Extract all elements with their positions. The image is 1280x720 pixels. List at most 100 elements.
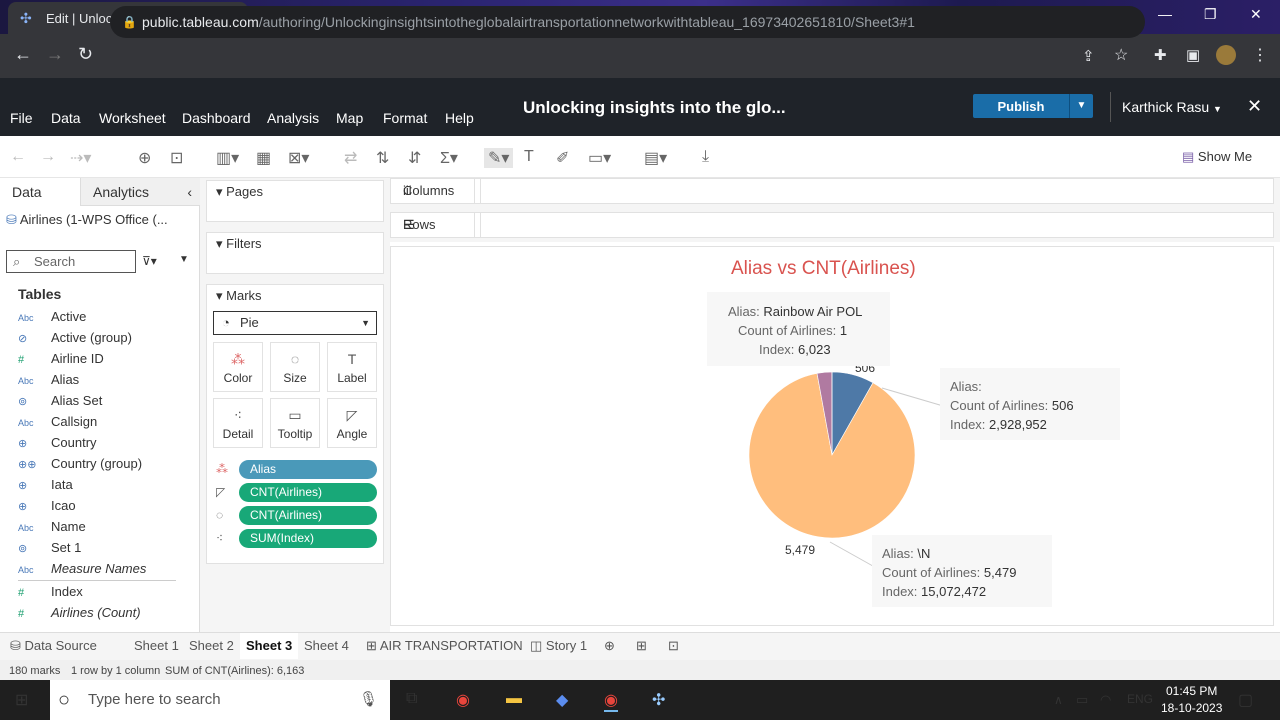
labels-icon[interactable]: T (524, 148, 534, 166)
replay-icon[interactable]: ⇢▾ (70, 148, 91, 168)
download-icon[interactable]: ⤓ (702, 148, 709, 166)
swap-icon[interactable]: ⇄ (344, 148, 357, 168)
size-button[interactable]: ◌ Size (270, 342, 320, 392)
tooltip-button[interactable]: ▭ Tooltip (270, 398, 320, 448)
menu-analysis[interactable]: Analysis (267, 110, 319, 126)
menu-help[interactable]: Help (445, 110, 474, 126)
tableau-app-icon[interactable]: ✣ (652, 690, 665, 710)
field-item[interactable]: Abc Name (18, 519, 86, 539)
field-item[interactable]: ⊕ Country (18, 435, 97, 455)
field-item[interactable]: ⊚ Set 1 (18, 540, 81, 560)
browser-menu-icon[interactable]: ⋮ (1252, 45, 1268, 65)
redo-icon[interactable]: → (40, 148, 56, 166)
new-dashboard-tab-icon[interactable]: ⊞ (636, 638, 647, 654)
menu-data[interactable]: Data (51, 110, 81, 126)
publish-button[interactable]: Publish ▼ (973, 94, 1093, 118)
new-story-tab-icon[interactable]: ⊡ (668, 638, 679, 654)
tab-analytics[interactable]: Analytics ‹ (80, 178, 200, 206)
file-explorer-icon[interactable]: ▬ (506, 690, 522, 708)
profile-avatar[interactable] (1216, 45, 1236, 65)
back-icon[interactable]: ← (14, 44, 32, 65)
pill-cnt-airlines-angle[interactable]: CNT(Airlines) (239, 483, 377, 502)
rows-shelf[interactable]: ☰ Rows (390, 212, 1274, 238)
detail-button[interactable]: ⁖ Detail (213, 398, 263, 448)
label-button[interactable]: T Label (327, 342, 377, 392)
forward-icon[interactable]: → (46, 44, 64, 65)
field-item[interactable]: ⊕ Iata (18, 477, 73, 497)
pane-menu-icon[interactable]: ▼ (179, 254, 189, 265)
mark-type-dropdown[interactable]: ◔ Pie ▼ (213, 311, 377, 335)
sidebar-icon[interactable]: ▣ (1186, 46, 1200, 64)
minimize-icon[interactable]: — (1158, 6, 1172, 22)
duplicate-sheet-icon[interactable]: ▦ (256, 148, 271, 168)
language-indicator[interactable]: ENG (1127, 692, 1153, 706)
new-worksheet-icon[interactable]: ▥▾ (216, 148, 239, 168)
field-item[interactable]: # Airline ID (18, 351, 104, 371)
pill-alias[interactable]: Alias (239, 460, 377, 479)
field-item[interactable]: ⊕⊕ Country (group) (18, 456, 142, 476)
battery-icon[interactable]: ▭ (1076, 692, 1088, 708)
totals-icon[interactable]: Σ▾ (440, 148, 458, 168)
notification-icon[interactable]: ▢ (1238, 690, 1253, 710)
sort-ascending-icon[interactable]: ⇅ (376, 148, 389, 168)
tab-story-1[interactable]: ◫ Story 1 (530, 638, 587, 654)
microphone-icon[interactable]: 🎙 (359, 680, 378, 720)
fit-icon[interactable]: ▭▾ (588, 148, 611, 168)
presentation-icon[interactable]: ▤▾ (644, 148, 667, 168)
taskbar-clock[interactable]: 01:45 PM 18-10-2023 (1161, 683, 1222, 717)
windows-start-icon[interactable]: ⊞ (15, 690, 28, 710)
field-item[interactable]: Abc Callsign (18, 414, 97, 434)
highlight-icon[interactable]: ✎▾ (484, 148, 514, 168)
share-icon[interactable]: ⇪ (1082, 47, 1095, 65)
taskbar-search-input[interactable]: ○ Type here to search 🎙 (50, 680, 390, 720)
datasource-item[interactable]: ⛁ Airlines (1-WPS Office (... (6, 212, 168, 228)
publish-dropdown-icon[interactable]: ▼ (1069, 94, 1093, 118)
user-menu[interactable]: Karthick Rasu ▼ (1110, 92, 1222, 122)
search-input[interactable]: ⌕ Search (6, 250, 136, 273)
tab-sheet-2[interactable]: Sheet 2 (189, 638, 234, 653)
field-item[interactable]: ⊘ Active (group) (18, 330, 132, 350)
close-window-icon[interactable]: ✕ (1250, 6, 1262, 23)
tab-sheet-3[interactable]: Sheet 3 (240, 633, 299, 659)
app-icon[interactable]: ◆ (556, 690, 568, 710)
pill-sum-index[interactable]: SUM(Index) (239, 529, 377, 548)
field-item[interactable]: Abc Alias (18, 372, 79, 392)
restore-icon[interactable]: ❐ (1204, 6, 1217, 23)
new-datasource-icon[interactable]: ⊕ (138, 148, 151, 168)
chrome-active-icon[interactable]: ◉ (604, 690, 618, 712)
show-me-button[interactable]: ▤ Show Me (1182, 149, 1252, 165)
field-item[interactable]: Abc Measure Names (18, 561, 176, 581)
angle-button[interactable]: ◸ Angle (327, 398, 377, 448)
tab-data[interactable]: Data (0, 178, 80, 206)
color-button[interactable]: ⁂ Color (213, 342, 263, 392)
menu-map[interactable]: Map (336, 110, 363, 126)
reload-icon[interactable]: ↻ (78, 44, 93, 65)
pill-cnt-airlines-size[interactable]: CNT(Airlines) (239, 506, 377, 525)
tray-chevron-icon[interactable]: ∧ (1054, 693, 1063, 707)
tab-sheet-4[interactable]: Sheet 4 (304, 638, 349, 653)
pause-updates-icon[interactable]: ⊡ (170, 148, 183, 168)
close-workbook-icon[interactable]: ✕ (1247, 96, 1262, 117)
collapse-pane-icon[interactable]: ‹ (187, 184, 192, 200)
menu-file[interactable]: File (10, 110, 33, 126)
menu-dashboard[interactable]: Dashboard (182, 110, 251, 126)
menu-worksheet[interactable]: Worksheet (99, 110, 166, 126)
new-worksheet-tab-icon[interactable]: ⊕ (604, 638, 615, 654)
chrome-icon[interactable]: ◉ (456, 690, 470, 710)
undo-icon[interactable]: ← (10, 148, 26, 166)
menu-format[interactable]: Format (383, 110, 427, 126)
format-workbook-icon[interactable]: ✐ (556, 148, 569, 168)
sort-descending-icon[interactable]: ⇵ (408, 148, 421, 168)
tab-sheet-1[interactable]: Sheet 1 (134, 638, 179, 653)
clear-sheet-icon[interactable]: ⊠▾ (288, 148, 309, 168)
field-item[interactable]: ⊕ Icao (18, 498, 76, 518)
tab-data-source[interactable]: ⛁ Data Source (10, 638, 97, 654)
field-item[interactable]: Abc Active (18, 309, 86, 329)
field-item[interactable]: ⊚ Alias Set (18, 393, 102, 413)
extensions-icon[interactable]: ✚ (1154, 46, 1167, 64)
url-bar[interactable]: 🔒 public.tableau.com/authoring/Unlocking… (110, 6, 1145, 38)
tab-air-transportation[interactable]: ⊞ AIR TRANSPORTATION (366, 638, 523, 654)
field-item[interactable]: # Airlines (Count) (18, 605, 141, 625)
bookmark-star-icon[interactable]: ☆ (1114, 45, 1128, 65)
filter-icon[interactable]: ⊽▾ (142, 254, 157, 268)
